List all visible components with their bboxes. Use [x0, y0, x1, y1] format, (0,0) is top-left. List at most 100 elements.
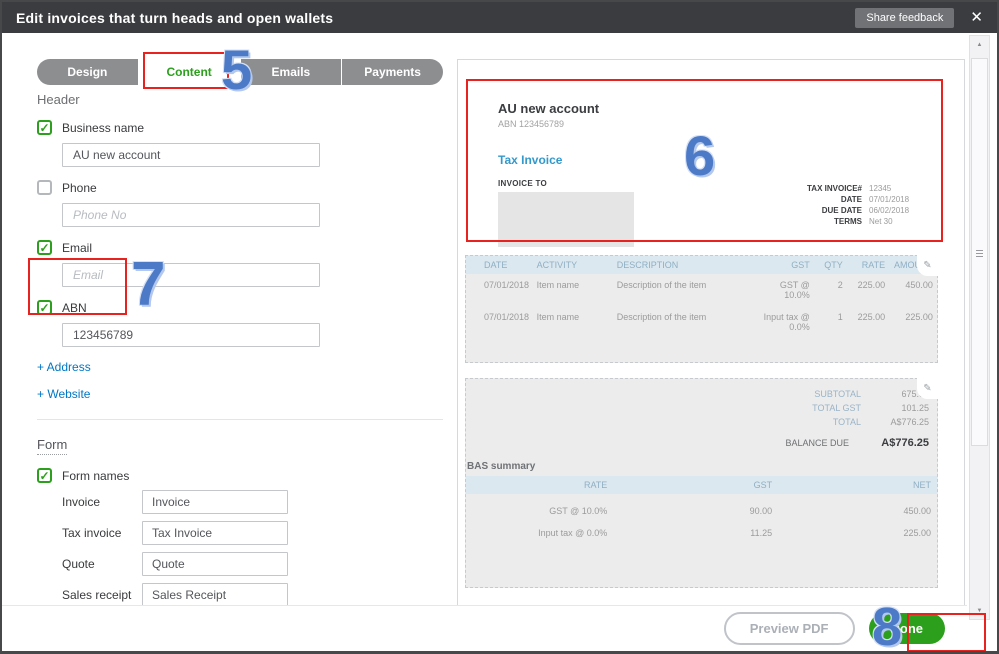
- meta-row: DUE DATE 06/02/2018: [786, 206, 927, 215]
- invoice-name-label: Invoice: [62, 495, 101, 509]
- scrollbar-grip: [976, 248, 983, 257]
- scroll-down-icon[interactable]: ▼: [970, 603, 989, 618]
- abn-checkbox[interactable]: ✓: [37, 300, 52, 315]
- col-header: DATE: [484, 260, 508, 270]
- summary-label: TOTAL: [832, 417, 861, 427]
- summary-row: TOTAL A$776.25: [466, 417, 937, 427]
- add-website-link[interactable]: + Website: [37, 387, 443, 401]
- check-icon: ✓: [39, 120, 50, 135]
- preview-business-name: AU new account: [498, 101, 600, 116]
- edit-pencil-icon[interactable]: ✎: [917, 255, 938, 276]
- meta-row: DATE 07/01/2018: [786, 195, 927, 204]
- vertical-scrollbar[interactable]: ▲ ▼: [969, 35, 990, 620]
- tab-emails[interactable]: Emails: [239, 59, 342, 85]
- sales-receipt-name-input[interactable]: [142, 583, 288, 607]
- cell-rate: GST @ 10.0%: [549, 506, 608, 516]
- preview-pdf-button[interactable]: Preview PDF: [723, 612, 855, 645]
- abn-label: ABN: [62, 300, 87, 315]
- form-names-label: Form names: [62, 468, 130, 483]
- phone-input[interactable]: [62, 203, 320, 227]
- col-header: QTY: [824, 260, 843, 270]
- invoice-name-row: Invoice: [62, 490, 443, 514]
- abn-row: ✓ ABN: [37, 300, 443, 315]
- edit-invoices-dialog: Edit invoices that turn heads and open w…: [0, 0, 999, 654]
- cell-net: 225.00: [903, 528, 931, 538]
- summary-value: A$776.25: [890, 417, 929, 427]
- business-name-row: ✓ Business name: [37, 120, 443, 135]
- email-input[interactable]: [62, 263, 320, 287]
- col-header: GST: [791, 260, 810, 270]
- cell-description: Description of the item: [616, 312, 707, 322]
- cell-gst: GST @ 10.0%: [779, 280, 810, 300]
- cell-activity: Item name: [536, 280, 580, 290]
- check-icon: ✓: [39, 240, 50, 255]
- email-checkbox[interactable]: ✓: [37, 240, 52, 255]
- abn-input[interactable]: [62, 323, 320, 347]
- invoice-preview-header[interactable]: AU new account ABN 123456789 Tax Invoice…: [467, 81, 955, 247]
- phone-checkbox[interactable]: [37, 180, 52, 195]
- titlebar: Edit invoices that turn heads and open w…: [2, 2, 997, 33]
- tab-content[interactable]: Content: [137, 59, 240, 85]
- cell-gst: 11.25: [750, 528, 773, 538]
- sales-receipt-name-row: Sales receipt: [62, 583, 443, 607]
- col-header: ACTIVITY: [536, 260, 578, 270]
- check-icon: ✓: [39, 300, 50, 315]
- invoice-line-items-section[interactable]: ✎ DATE ACTIVITY DESCRIPTION GST QTY RATE…: [465, 255, 938, 363]
- col-header: NET: [912, 480, 931, 490]
- summary-label: SUBTOTAL: [814, 389, 861, 399]
- meta-label: TERMS: [834, 217, 862, 226]
- balance-due-row: BALANCE DUE A$776.25: [466, 437, 937, 449]
- meta-row: TERMS Net 30: [786, 217, 927, 226]
- header-section-title: Header: [37, 92, 80, 107]
- table-row: 07/01/2018 Item name Description of the …: [466, 306, 937, 338]
- totals-block: SUBTOTAL 675.00 TOTAL GST 101.25 TOTAL A…: [466, 389, 937, 449]
- tab-payments[interactable]: Payments: [341, 59, 443, 85]
- sales-receipt-name-label: Sales receipt: [62, 588, 132, 602]
- scroll-up-icon[interactable]: ▲: [970, 37, 989, 52]
- invoice-summary-section[interactable]: ✎ SUBTOTAL 675.00 TOTAL GST 101.25 TOTAL…: [465, 378, 938, 588]
- phone-row: Phone: [37, 180, 443, 195]
- content-settings-panel: Header ✓ Business name Phone ✓ Email ✓ A…: [37, 92, 443, 651]
- done-button[interactable]: Done: [868, 613, 945, 644]
- email-label: Email: [62, 240, 93, 255]
- quote-name-input[interactable]: [142, 552, 288, 576]
- dialog-footer: Preview PDF Done: [2, 605, 967, 651]
- bas-row: Input tax @ 0.0% 11.25 225.00: [466, 528, 937, 538]
- tax-invoice-name-input[interactable]: [142, 521, 288, 545]
- meta-value: Net 30: [869, 217, 893, 226]
- cell-date: 07/01/2018: [484, 280, 530, 290]
- summary-label: TOTAL GST: [812, 403, 861, 413]
- dialog-title: Edit invoices that turn heads and open w…: [16, 9, 334, 26]
- business-name-input[interactable]: [62, 143, 320, 167]
- phone-label: Phone: [62, 180, 97, 195]
- email-row: ✓ Email: [37, 240, 443, 255]
- col-header: RATE: [861, 260, 886, 270]
- business-name-checkbox[interactable]: ✓: [37, 120, 52, 135]
- cell-description: Description of the item: [616, 280, 707, 290]
- preview-abn: ABN 123456789: [498, 119, 565, 129]
- balance-due-label: BALANCE DUE: [785, 438, 849, 448]
- summary-row: TOTAL GST 101.25: [466, 403, 937, 413]
- meta-value: 12345: [869, 184, 892, 193]
- summary-row: SUBTOTAL 675.00: [466, 389, 937, 399]
- tax-invoice-name-row: Tax invoice: [62, 521, 443, 545]
- tab-design[interactable]: Design: [37, 59, 138, 85]
- cell-rate: 225.00: [857, 312, 886, 322]
- section-divider: [37, 419, 443, 420]
- scrollbar-thumb[interactable]: [971, 58, 988, 446]
- share-feedback-button[interactable]: Share feedback: [855, 7, 955, 28]
- preview-doc-title: Tax Invoice: [498, 153, 563, 167]
- form-names-checkbox[interactable]: ✓: [37, 468, 52, 483]
- add-address-link[interactable]: + Address: [37, 360, 443, 374]
- cell-activity: Item name: [536, 312, 580, 322]
- balance-due-value: A$776.25: [881, 437, 929, 449]
- meta-value: 07/01/2018: [869, 195, 910, 204]
- close-icon[interactable]: ✕: [970, 10, 983, 25]
- edit-pencil-icon[interactable]: ✎: [917, 378, 938, 399]
- cell-gst: Input tax @ 0.0%: [763, 312, 810, 332]
- bas-header-row: RATE GST NET: [466, 476, 937, 494]
- bas-row: GST @ 10.0% 90.00 450.00: [466, 506, 937, 516]
- col-header: DESCRIPTION: [616, 260, 679, 270]
- cell-rate: Input tax @ 0.0%: [538, 528, 608, 538]
- invoice-name-input[interactable]: [142, 490, 288, 514]
